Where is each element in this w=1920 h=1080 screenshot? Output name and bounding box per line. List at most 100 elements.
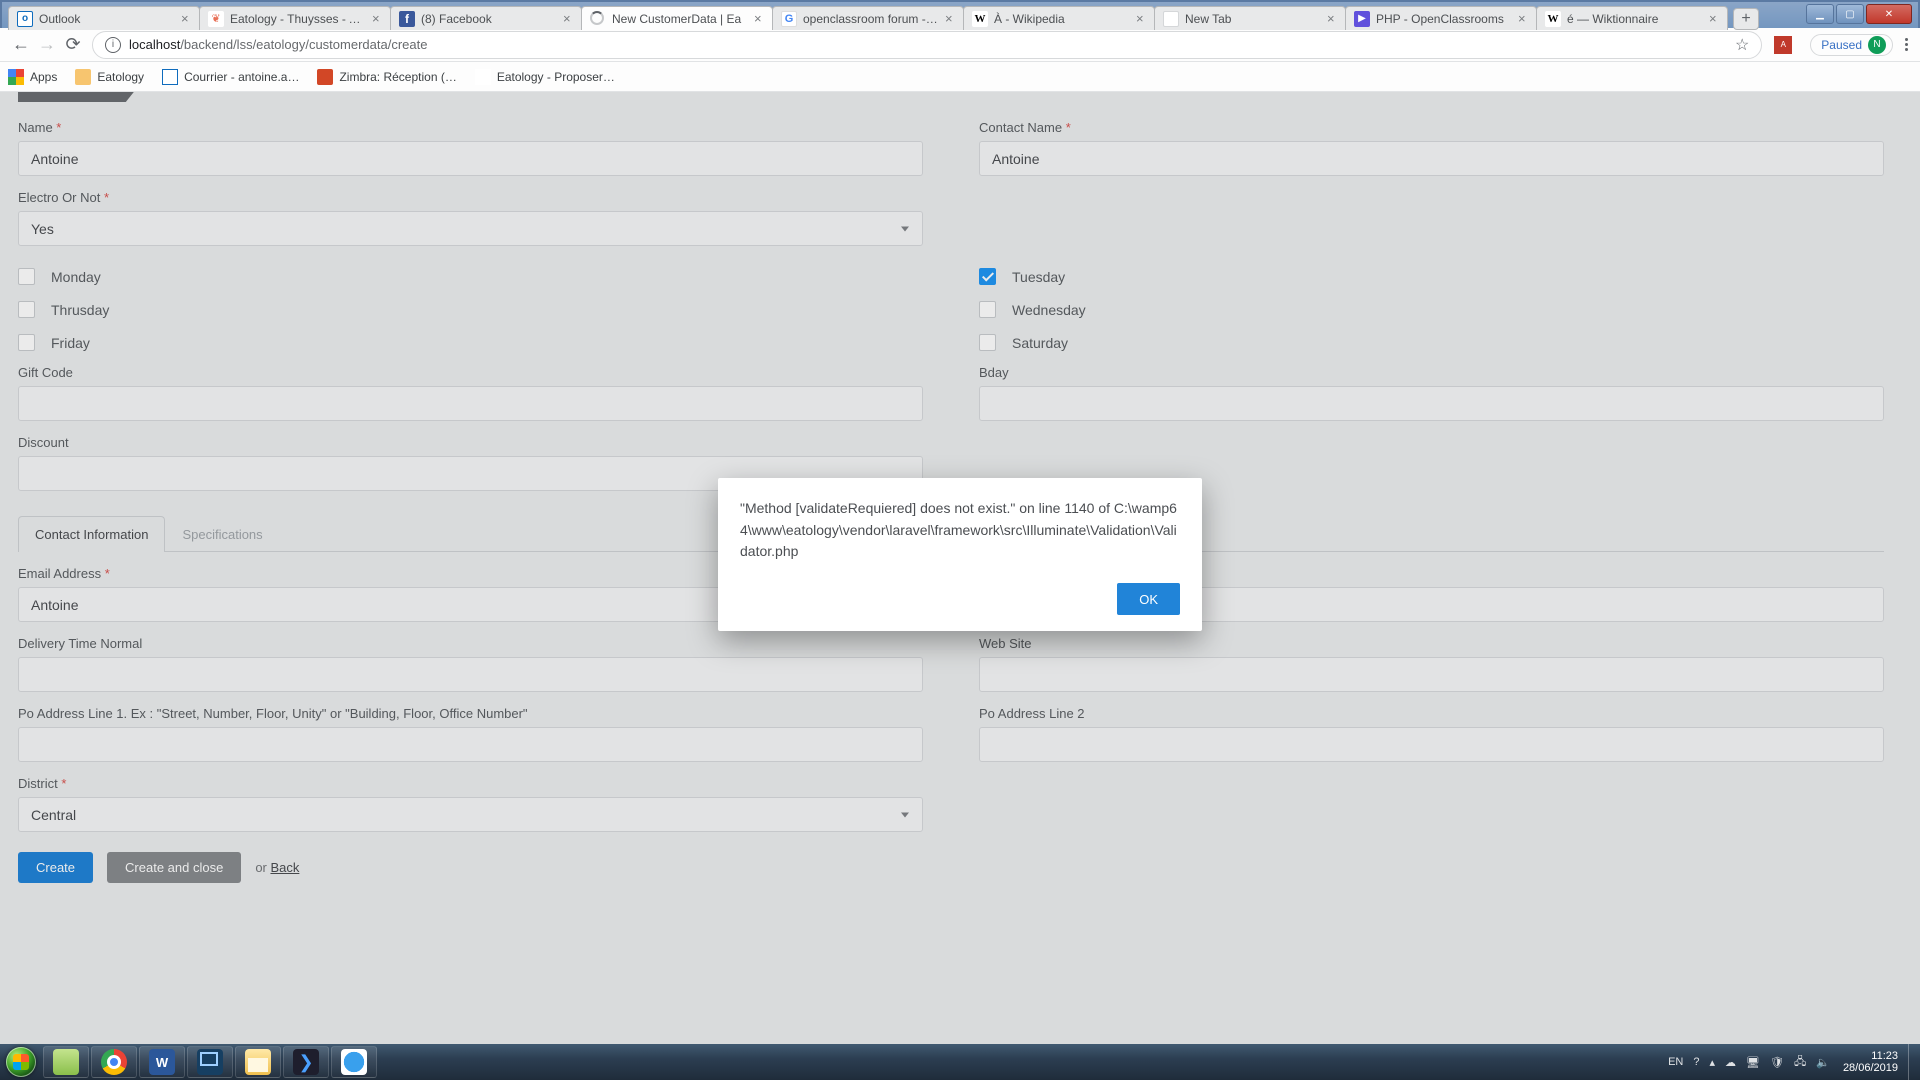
tray-action-center-icon[interactable]: 🛡 bbox=[1770, 1056, 1784, 1069]
district-select[interactable] bbox=[18, 797, 923, 832]
taskbar-chrome[interactable] bbox=[91, 1046, 137, 1078]
maximize-button[interactable]: ▢ bbox=[1836, 4, 1864, 24]
tab-favicon bbox=[1163, 11, 1179, 27]
nav-forward-button[interactable]: → bbox=[34, 32, 60, 58]
bookmark-star-icon[interactable]: ☆ bbox=[1735, 35, 1749, 55]
taskbar-vscode[interactable] bbox=[283, 1046, 329, 1078]
gift-code-input[interactable] bbox=[18, 386, 923, 421]
start-orb-icon bbox=[6, 1047, 36, 1077]
tab-title: New Tab bbox=[1185, 12, 1323, 26]
bookmark-item[interactable]: Zimbra: Réception (… bbox=[317, 69, 456, 85]
tab-close-icon[interactable]: × bbox=[563, 11, 575, 26]
tray-language[interactable]: EN bbox=[1668, 1056, 1683, 1068]
bday-input[interactable] bbox=[979, 386, 1884, 421]
electro-select[interactable] bbox=[18, 211, 923, 246]
tab-close-icon[interactable]: × bbox=[372, 11, 384, 26]
website-input[interactable] bbox=[979, 657, 1884, 692]
po-address-1-input[interactable] bbox=[18, 727, 923, 762]
browser-tab[interactable]: openclassroom forum - …× bbox=[772, 6, 964, 30]
tray-volume-icon[interactable]: 🔈 bbox=[1816, 1056, 1830, 1069]
avatar: N bbox=[1868, 36, 1886, 54]
tab-title: New CustomerData | Ea bbox=[612, 12, 750, 26]
bookmark-item[interactable]: Eatology bbox=[75, 69, 144, 85]
saturday-checkbox[interactable]: Saturday bbox=[979, 334, 1884, 351]
browser-tab[interactable]: Eatology - Thuysses - A…× bbox=[199, 6, 391, 30]
browser-tab[interactable]: (8) Facebook × bbox=[390, 6, 582, 30]
tab-title: Outlook bbox=[39, 12, 177, 26]
delivery-time-input[interactable] bbox=[18, 657, 923, 692]
bookmark-label: Courrier - antoine.a… bbox=[184, 70, 299, 84]
bookmark-item[interactable]: Eatology - Proposer… bbox=[475, 69, 615, 85]
browser-tab[interactable]: PHP - OpenClassrooms× bbox=[1345, 6, 1537, 30]
tab-title: é — Wiktionnaire bbox=[1567, 12, 1705, 26]
browser-tab[interactable]: New Tab × bbox=[1154, 6, 1346, 30]
tab-title: (8) Facebook bbox=[421, 12, 559, 26]
windows-taskbar: EN ? ▴ ☁ 🖥 🛡 🖧 🔈 11:23 28/06/2019 bbox=[0, 1044, 1920, 1080]
electro-label: Electro Or Not bbox=[18, 190, 923, 205]
omnibox[interactable]: i localhost/backend/lss/eatology/custome… bbox=[92, 31, 1762, 59]
tray-cloud-icon[interactable]: ☁ bbox=[1725, 1056, 1736, 1069]
tray-clock[interactable]: 11:23 28/06/2019 bbox=[1843, 1050, 1898, 1074]
contact-name-input[interactable] bbox=[979, 141, 1884, 176]
tab-favicon bbox=[590, 11, 606, 27]
tab-close-icon[interactable]: × bbox=[1518, 11, 1530, 26]
tray-app-icon-1[interactable]: 🖥 bbox=[1746, 1056, 1760, 1069]
reload-button[interactable]: ⟳ bbox=[60, 32, 86, 58]
new-tab-button[interactable]: + bbox=[1733, 8, 1759, 30]
pdf-extension-icon[interactable] bbox=[1774, 36, 1792, 54]
wednesday-checkbox[interactable]: Wednesday bbox=[979, 301, 1884, 318]
browser-tabstrip: Outlook×Eatology - Thuysses - A…×(8) Fac… bbox=[8, 4, 1835, 30]
taskbar-notepadpp[interactable] bbox=[43, 1046, 89, 1078]
form-button-bar: Create Create and close or Back bbox=[18, 852, 1884, 883]
tab-close-icon[interactable]: × bbox=[754, 11, 766, 26]
monday-checkbox[interactable]: Monday bbox=[18, 268, 923, 285]
bookmark-item[interactable]: Apps bbox=[8, 69, 57, 85]
tab-close-icon[interactable]: × bbox=[181, 11, 193, 26]
tab-favicon bbox=[1545, 11, 1561, 27]
breadcrumb-current: New CustomerData bbox=[138, 92, 275, 95]
tab-specifications[interactable]: Specifications bbox=[165, 516, 279, 552]
error-dialog: "Method [validateRequiered] does not exi… bbox=[718, 478, 1202, 631]
tab-favicon bbox=[781, 11, 797, 27]
po-address-2-input[interactable] bbox=[979, 727, 1884, 762]
thursday-checkbox[interactable]: Thrusday bbox=[18, 301, 923, 318]
browser-tab[interactable]: é — Wiktionnaire × bbox=[1536, 6, 1728, 30]
bookmark-item[interactable]: Courrier - antoine.a… bbox=[162, 69, 299, 85]
ok-button[interactable]: OK bbox=[1117, 583, 1180, 615]
site-info-icon[interactable]: i bbox=[105, 37, 121, 53]
tab-close-icon[interactable]: × bbox=[945, 11, 957, 26]
create-and-close-button[interactable]: Create and close bbox=[107, 852, 241, 883]
tray-network-icon[interactable]: 🖧 bbox=[1794, 1053, 1806, 1072]
bookmark-label: Apps bbox=[30, 70, 57, 84]
show-desktop-button[interactable] bbox=[1908, 1044, 1920, 1080]
taskbar-snipping[interactable] bbox=[187, 1046, 233, 1078]
chrome-menu-button[interactable] bbox=[1901, 38, 1912, 51]
tab-contact-information[interactable]: Contact Information bbox=[18, 516, 165, 552]
back-link[interactable]: Back bbox=[270, 860, 299, 875]
nav-back-button[interactable]: ← bbox=[8, 32, 34, 58]
taskbar-word[interactable] bbox=[139, 1046, 185, 1078]
tuesday-checkbox[interactable]: Tuesday bbox=[979, 268, 1884, 285]
taskbar-ie[interactable] bbox=[331, 1046, 377, 1078]
po-address-1-label: Po Address Line 1. Ex : "Street, Number,… bbox=[18, 706, 923, 721]
profile-paused-chip[interactable]: Paused N bbox=[1810, 34, 1893, 56]
taskbar-explorer[interactable] bbox=[235, 1046, 281, 1078]
tab-favicon bbox=[208, 11, 224, 27]
contact-name-label: Contact Name bbox=[979, 120, 1884, 135]
browser-tab[interactable]: Outlook × bbox=[8, 6, 200, 30]
close-window-button[interactable]: ✕ bbox=[1866, 4, 1912, 24]
gift-code-label: Gift Code bbox=[18, 365, 923, 380]
tab-close-icon[interactable]: × bbox=[1327, 11, 1339, 26]
friday-checkbox[interactable]: Friday bbox=[18, 334, 923, 351]
browser-tab[interactable]: À - Wikipedia× bbox=[963, 6, 1155, 30]
tab-close-icon[interactable]: × bbox=[1709, 11, 1721, 26]
start-button[interactable] bbox=[0, 1044, 42, 1080]
paused-label: Paused bbox=[1821, 38, 1862, 52]
tab-close-icon[interactable]: × bbox=[1136, 11, 1148, 26]
create-button[interactable]: Create bbox=[18, 852, 93, 883]
browser-tab[interactable]: New CustomerData | Ea × bbox=[581, 6, 773, 30]
name-input[interactable] bbox=[18, 141, 923, 176]
tray-help-icon[interactable]: ? bbox=[1693, 1056, 1699, 1068]
breadcrumb-parent[interactable]: CustomerData bbox=[18, 92, 138, 102]
tray-show-hidden-icon[interactable]: ▴ bbox=[1710, 1056, 1716, 1069]
